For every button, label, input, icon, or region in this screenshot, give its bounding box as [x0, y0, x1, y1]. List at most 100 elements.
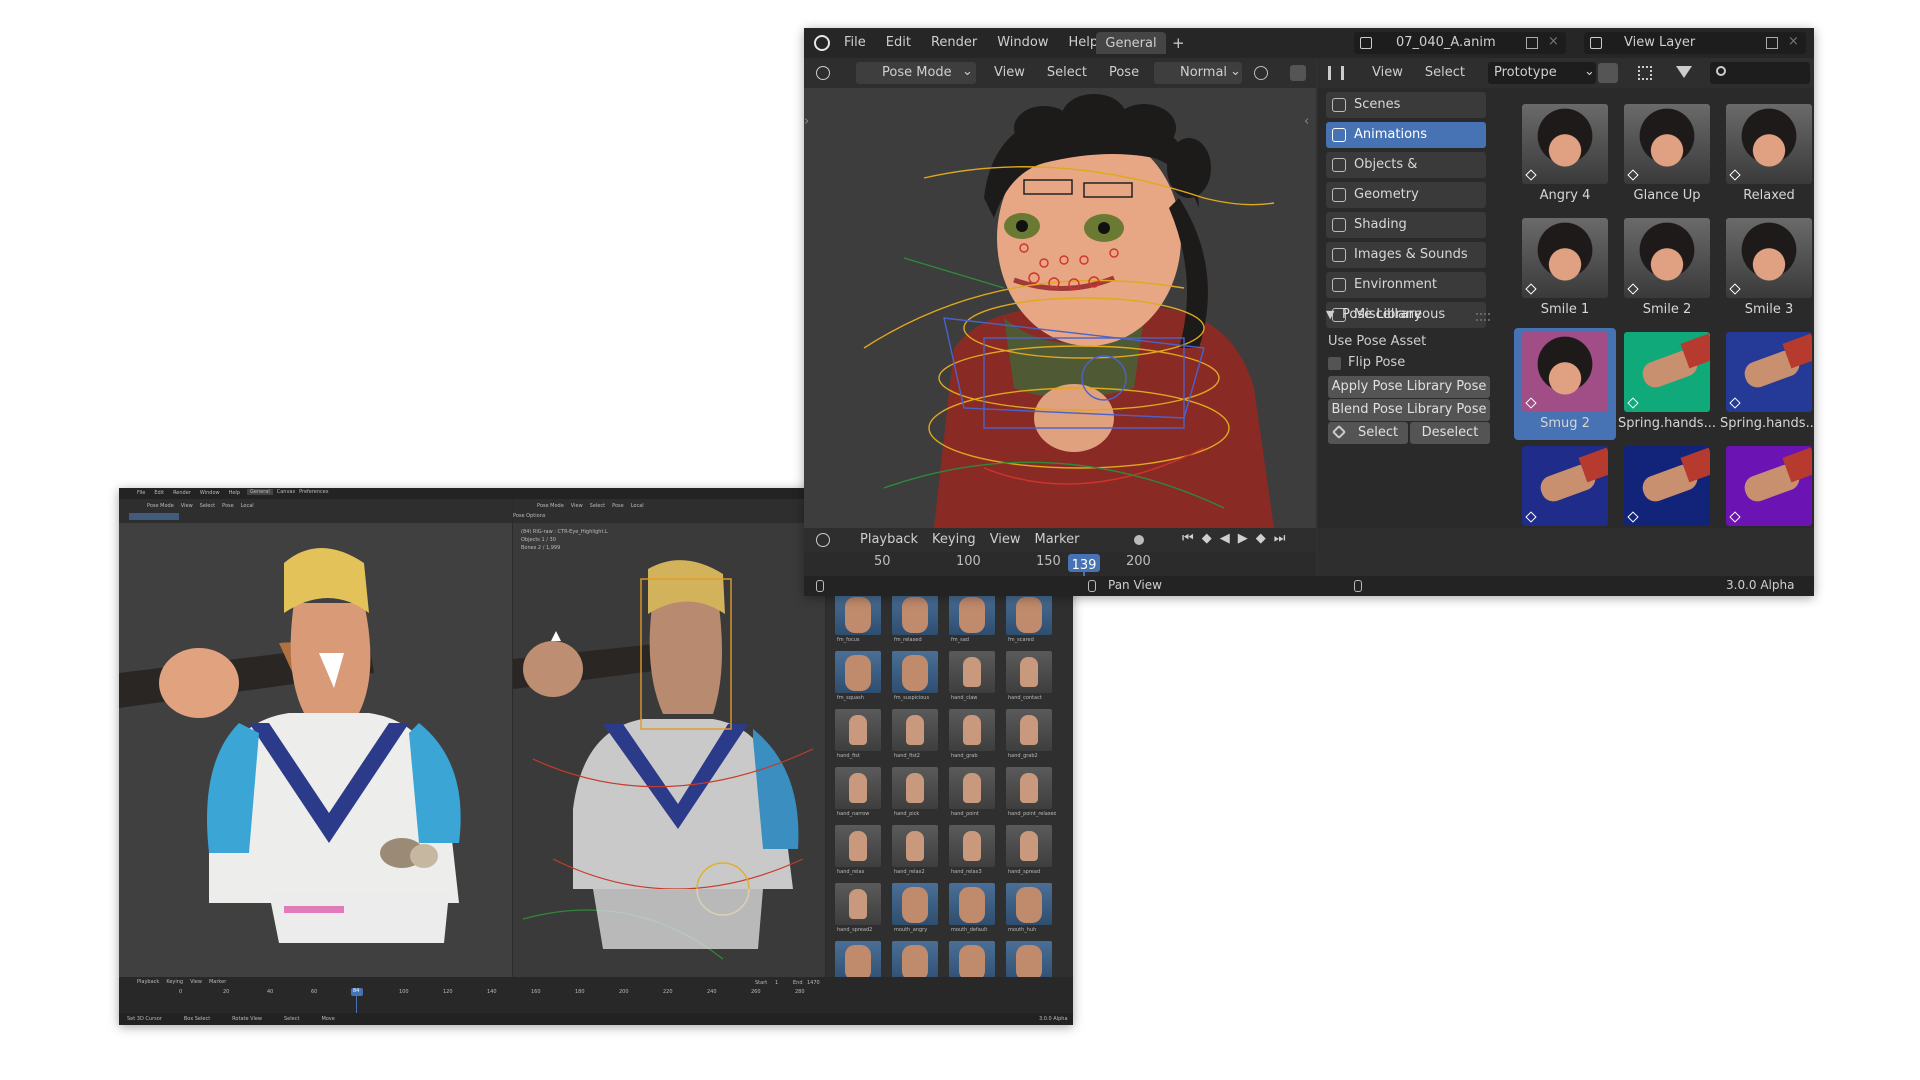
filter-icon[interactable]: [1676, 66, 1692, 78]
timeline-menu-keying[interactable]: Keying: [932, 532, 976, 547]
secondary-timeline-menu[interactable]: Playback: [137, 979, 159, 985]
pose-library-title[interactable]: Pose Library: [1342, 307, 1422, 322]
pose-grid-item[interactable]: hand_relax3: [945, 825, 999, 881]
pose-grid-item[interactable]: hand_spread2: [831, 883, 885, 939]
asset-item[interactable]: Smile 1: [1514, 214, 1616, 326]
secondary-tab-preferences[interactable]: Preferences: [299, 489, 328, 495]
next-keyframe-icon[interactable]: ◆: [1256, 531, 1266, 546]
secondary-menu-file[interactable]: File: [137, 490, 145, 496]
flip-pose-label[interactable]: Flip Pose: [1348, 355, 1405, 370]
pose-grid-item[interactable]: hand_spread: [1002, 825, 1056, 881]
collapse-left-icon[interactable]: ›: [804, 114, 809, 129]
category-environment[interactable]: Environment: [1326, 272, 1486, 298]
asset-item[interactable]: Spring.hands...: [1718, 328, 1814, 440]
asset-item[interactable]: Spring.hands...: [1616, 328, 1718, 440]
left-header-item[interactable]: Pose: [222, 503, 234, 509]
left-header-item[interactable]: Pose Mode: [147, 503, 174, 509]
mode-dropdown[interactable]: Pose Mode ⌄: [856, 62, 976, 84]
pose-grid-item[interactable]: hand_relax: [831, 825, 885, 881]
pose-grid-item[interactable]: hand_narrow: [831, 767, 885, 823]
end-value[interactable]: 1470: [807, 980, 820, 986]
category-animations[interactable]: Animations: [1326, 122, 1486, 148]
panel-collapse-icon[interactable]: ▼: [1326, 308, 1334, 321]
orientation-dropdown[interactable]: Normal ⌄: [1154, 62, 1242, 84]
category-objects-collections[interactable]: Objects & Collections: [1326, 152, 1486, 198]
menu-file[interactable]: File: [844, 35, 866, 50]
search-input[interactable]: [1710, 62, 1810, 84]
asset-item[interactable]: Smile 3: [1718, 214, 1814, 326]
start-value[interactable]: 1: [775, 980, 778, 986]
asset-menu-view[interactable]: View: [1372, 65, 1403, 80]
blend-pose-button[interactable]: Blend Pose Library Pose: [1328, 399, 1490, 421]
viewport-menu-select[interactable]: Select: [1047, 65, 1087, 80]
timeline-menu-marker[interactable]: Marker: [1035, 532, 1080, 547]
apply-pose-button[interactable]: Apply Pose Library Pose: [1328, 376, 1490, 398]
category-shading[interactable]: Shading: [1326, 212, 1486, 238]
rig-viewport[interactable]: Pose Mode View Select Pose Local Pose Option…: [513, 499, 825, 977]
secondary-menu-help[interactable]: Help: [229, 490, 240, 496]
asset-item[interactable]: Spring.hands...: [1718, 442, 1814, 528]
library-dropdown[interactable]: Prototype ⌄: [1488, 62, 1596, 84]
secondary-tab-canvas[interactable]: Canvas: [277, 489, 295, 495]
left-header-item[interactable]: Local: [241, 503, 254, 509]
pose-grid-item[interactable]: hand_fist: [831, 709, 885, 765]
blender-logo-icon[interactable]: [814, 35, 830, 51]
close-action-icon[interactable]: ×: [1548, 34, 1559, 49]
pose-grid-item[interactable]: hand_grab2: [1002, 709, 1056, 765]
pose-grid-item[interactable]: fm_squash: [831, 651, 885, 707]
3d-viewport[interactable]: Pose Mode ⌄ View Select Pose Normal ⌄ › …: [804, 58, 1316, 528]
menu-help[interactable]: Help: [1069, 35, 1099, 50]
secondary-timeline-menu[interactable]: Marker: [209, 979, 226, 985]
flip-pose-checkbox[interactable]: [1328, 357, 1341, 370]
category-geometry[interactable]: Geometry: [1326, 182, 1486, 208]
display-mode-icon[interactable]: [1638, 66, 1652, 80]
snap-icon[interactable]: [1254, 66, 1268, 80]
record-icon[interactable]: [1134, 535, 1144, 545]
view-layer-selector[interactable]: View Layer ×: [1584, 32, 1806, 54]
play-icon[interactable]: ▶: [1238, 531, 1248, 546]
tab-general[interactable]: General: [1096, 32, 1166, 54]
asset-item[interactable]: Spring.hands...: [1616, 442, 1718, 528]
copy-view-layer-icon[interactable]: [1766, 37, 1778, 49]
close-view-layer-icon[interactable]: ×: [1788, 34, 1799, 49]
secondary-menu-render[interactable]: Render: [173, 490, 191, 496]
rig-header-item[interactable]: View: [571, 503, 583, 509]
viewport-menu-pose[interactable]: Pose: [1109, 65, 1139, 80]
pose-grid-item[interactable]: hand_point: [945, 767, 999, 823]
asset-item[interactable]: Relaxed: [1718, 100, 1814, 212]
pose-grid-item[interactable]: mouth_huh: [1002, 883, 1056, 939]
editor-type-icon[interactable]: [816, 66, 830, 80]
pose-grid-item[interactable]: hand_point_relaxed: [1002, 767, 1056, 823]
refresh-icon[interactable]: [1598, 63, 1618, 83]
pose-grid-item[interactable]: hand_pick: [888, 767, 942, 823]
menu-edit[interactable]: Edit: [886, 35, 911, 50]
pose-grid-item[interactable]: fm_scared: [1002, 593, 1056, 649]
jump-end-icon[interactable]: ⏭: [1274, 531, 1286, 546]
action-selector[interactable]: 07_040_A.anim ×: [1354, 32, 1566, 54]
asset-item[interactable]: Angry 4: [1514, 100, 1616, 212]
rig-header-item[interactable]: Local: [631, 503, 644, 509]
secondary-menu-window[interactable]: Window: [200, 490, 220, 496]
pose-grid-item[interactable]: hand_relax2: [888, 825, 942, 881]
pose-options[interactable]: Pose Options: [513, 513, 545, 519]
category-scenes[interactable]: Scenes: [1326, 92, 1486, 118]
pose-grid-item[interactable]: fm_sad: [945, 593, 999, 649]
asset-editor-type-icon[interactable]: [1328, 66, 1344, 80]
menu-window[interactable]: Window: [997, 35, 1048, 50]
rig-header-item[interactable]: Select: [590, 503, 605, 509]
left-header-item[interactable]: Select: [200, 503, 215, 509]
left-viewport[interactable]: Pose Mode View Select Pose Local: [119, 499, 512, 977]
deselect-bones-button[interactable]: Deselect: [1410, 422, 1490, 444]
pose-grid-item[interactable]: fm_relaxed: [888, 593, 942, 649]
secondary-timeline-menu[interactable]: Keying: [166, 979, 183, 985]
jump-start-icon[interactable]: ⏮: [1182, 531, 1194, 546]
collapse-right-icon[interactable]: ‹: [1304, 114, 1309, 129]
play-reverse-icon[interactable]: ◀: [1220, 531, 1230, 546]
timeline-menu-playback[interactable]: Playback: [860, 532, 918, 547]
copy-action-icon[interactable]: [1526, 37, 1538, 49]
pose-grid-item[interactable]: hand_fist2: [888, 709, 942, 765]
category-images-sounds[interactable]: Images & Sounds: [1326, 242, 1486, 268]
pose-grid-item[interactable]: hand_grab: [945, 709, 999, 765]
select-bones-button[interactable]: Select: [1328, 422, 1408, 444]
pose-grid-item[interactable]: hand_claw: [945, 651, 999, 707]
